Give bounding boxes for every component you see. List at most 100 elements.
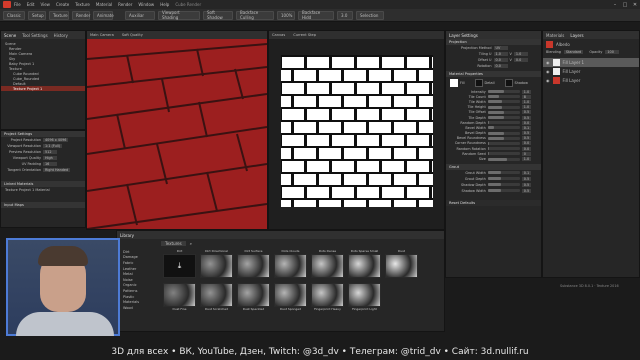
library-asset-thumbnail[interactable]: [274, 254, 307, 278]
project-prop-value[interactable]: High: [43, 156, 57, 160]
library-asset-thumbnail[interactable]: [200, 254, 233, 278]
menu-file[interactable]: File: [14, 2, 21, 7]
maximize-icon[interactable]: □: [620, 2, 630, 8]
param-value[interactable]: 0: [521, 151, 531, 156]
library-asset[interactable]: Fingerprint Heavy: [311, 283, 344, 312]
classic-mode-button[interactable]: Classic: [3, 10, 25, 20]
menu-help[interactable]: Help: [160, 2, 169, 7]
tiling-u-field[interactable]: 1.0: [493, 52, 508, 56]
soft-shadow-toggle[interactable]: Soft Shadow: [203, 10, 233, 20]
library-category-select[interactable]: Textures: [161, 240, 186, 246]
linked-material-item[interactable]: Texture Project 1 Material: [1, 187, 85, 192]
input-maps-header[interactable]: Input Maps: [1, 202, 85, 208]
param-value[interactable]: 0.1: [521, 125, 532, 130]
render-mode-button[interactable]: Render: [72, 10, 90, 20]
viewport-3d[interactable]: Main Camera Soft Quality: [86, 30, 268, 230]
param-value[interactable]: 1.0: [521, 99, 532, 104]
visibility-icon[interactable]: ◉: [546, 78, 550, 83]
offset-v-field[interactable]: 0.0: [513, 58, 528, 62]
tab-scene[interactable]: Scene: [4, 33, 16, 38]
library-asset[interactable]: Dots Sparse Small: [348, 249, 381, 278]
visibility-icon[interactable]: ◉: [546, 60, 550, 65]
library-asset-thumbnail[interactable]: [200, 283, 233, 307]
tab-layers[interactable]: Layers: [570, 33, 583, 38]
library-search-icon[interactable]: ⌕: [190, 241, 192, 246]
project-prop-value[interactable]: Right Handed: [43, 168, 71, 172]
selection-field[interactable]: Selection: [356, 10, 384, 20]
param-value[interactable]: 0.5: [521, 110, 532, 115]
library-folder[interactable]: Wood: [119, 305, 159, 311]
param-slider[interactable]: [487, 116, 520, 120]
menu-material[interactable]: Material: [96, 2, 112, 7]
library-asset-thumbnail[interactable]: ⤓: [163, 254, 196, 278]
detail-swatch[interactable]: [474, 79, 483, 87]
param-slider[interactable]: [487, 100, 520, 104]
library-asset-thumbnail[interactable]: [385, 254, 418, 278]
rotation-field[interactable]: 0.0: [493, 64, 508, 68]
param-value[interactable]: 1.0: [521, 157, 532, 162]
param-value[interactable]: 0.0: [521, 141, 532, 146]
param-value[interactable]: 0.0: [521, 146, 532, 151]
library-asset[interactable]: Dirt Surface: [237, 249, 270, 278]
grout-value[interactable]: 0.5: [521, 182, 532, 187]
library-asset[interactable]: Dust Fine: [163, 283, 196, 312]
menu-render[interactable]: Render: [118, 2, 132, 7]
library-asset[interactable]: Dirt ⤓: [163, 249, 196, 278]
menu-create[interactable]: Create: [56, 2, 69, 7]
value-field[interactable]: 3.0: [337, 10, 353, 20]
param-slider[interactable]: [487, 131, 520, 135]
backface-culling-toggle[interactable]: Backface Culling: [236, 10, 274, 20]
shadow-swatch[interactable]: [504, 79, 513, 87]
projection-method-select[interactable]: UV: [493, 46, 508, 50]
library-asset-thumbnail[interactable]: [311, 283, 344, 307]
library-asset-thumbnail[interactable]: [348, 283, 381, 307]
param-value[interactable]: 0.0: [521, 120, 532, 125]
param-slider[interactable]: [487, 141, 520, 145]
tab-tool-settings[interactable]: Tool Settings: [22, 33, 47, 38]
library-asset-thumbnail[interactable]: [237, 254, 270, 278]
layer-item[interactable]: ◉ Fill Layer: [543, 67, 639, 76]
project-prop-value[interactable]: 16: [43, 162, 57, 166]
library-asset[interactable]: Dust Speckled: [237, 283, 270, 312]
library-asset-thumbnail[interactable]: [348, 254, 381, 278]
brick-3d-render[interactable]: [87, 39, 267, 229]
grout-value[interactable]: 0.5: [521, 176, 532, 181]
library-asset[interactable]: Dirt Directional: [200, 249, 233, 278]
quality-dropdown[interactable]: Soft Quality: [122, 33, 143, 37]
offset-u-field[interactable]: 0.0: [493, 58, 508, 62]
layer-item[interactable]: ◉ Fill Layer 1: [543, 58, 639, 67]
menu-texture[interactable]: Texture: [75, 2, 90, 7]
material-swatch[interactable]: [546, 40, 553, 48]
visibility-icon[interactable]: ◉: [546, 69, 550, 74]
viewport-shading-toggle[interactable]: Viewport Shading: [158, 10, 200, 20]
reset-defaults-button[interactable]: Reset Defaults: [446, 199, 541, 206]
texture-mode-button[interactable]: Texture: [49, 10, 69, 20]
library-asset-thumbnail[interactable]: [274, 283, 307, 307]
param-slider[interactable]: [487, 95, 520, 99]
tab-history[interactable]: History: [54, 33, 68, 38]
library-asset[interactable]: Fingerprint Light: [348, 283, 381, 312]
animate-mode-button[interactable]: Animate: [93, 10, 114, 20]
param-slider[interactable]: [487, 136, 520, 140]
menu-window[interactable]: Window: [138, 2, 154, 7]
library-asset[interactable]: Dots Dense: [311, 249, 344, 278]
current-step-dropdown[interactable]: Current Step: [293, 33, 316, 37]
param-value[interactable]: 0.5: [521, 136, 532, 141]
render-dropdown[interactable]: Auxiliar: [125, 10, 155, 20]
project-prop-value[interactable]: 1:1 (Full): [43, 144, 62, 148]
menu-view[interactable]: View: [40, 2, 50, 7]
param-value[interactable]: 1.0: [521, 105, 532, 110]
grout-slider[interactable]: [487, 189, 520, 193]
param-slider[interactable]: [487, 126, 520, 130]
brick-texture-canvas[interactable]: [281, 55, 433, 207]
library-asset[interactable]: Dust Scratched: [200, 283, 233, 312]
tiling-v-field[interactable]: 1.0: [513, 52, 528, 56]
param-slider[interactable]: [487, 90, 520, 94]
grout-slider[interactable]: [487, 183, 520, 187]
layer-item[interactable]: ◉ Fill Layer: [543, 76, 639, 85]
backface-hide-toggle[interactable]: Backface Hidd: [298, 10, 334, 20]
close-icon[interactable]: ✕: [630, 2, 640, 8]
zoom-field[interactable]: 100%: [277, 10, 295, 20]
tab-materials[interactable]: Materials: [546, 33, 564, 38]
param-slider[interactable]: [487, 157, 520, 161]
